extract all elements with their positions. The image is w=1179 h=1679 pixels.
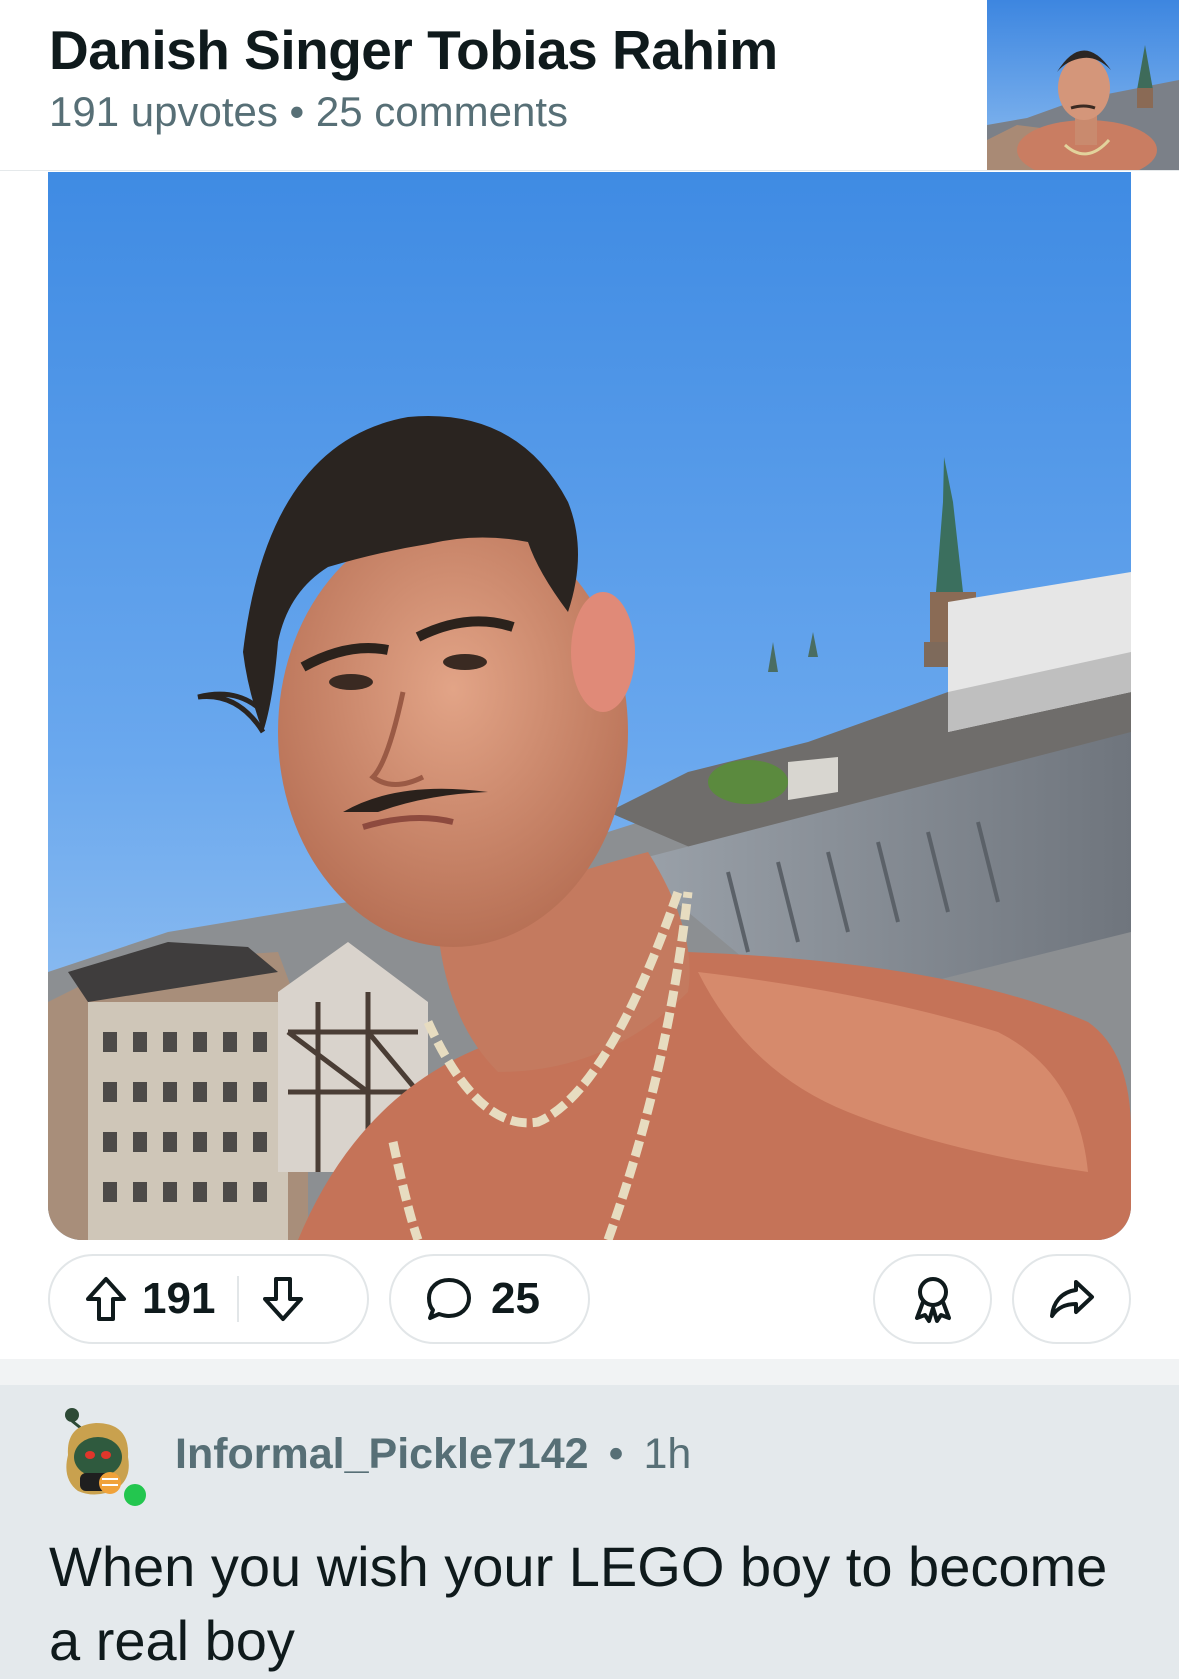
meta-separator: • (289, 88, 305, 135)
comment-bubble-icon (425, 1275, 473, 1323)
comment-username[interactable]: Informal_Pickle7142 (175, 1430, 589, 1478)
vote-divider (237, 1276, 240, 1322)
comment-time: 1h (643, 1430, 692, 1478)
upvote-arrow-icon[interactable] (84, 1275, 128, 1323)
upvote-count-text: 191 upvotes (49, 88, 278, 135)
vote-control: 191 (48, 1254, 369, 1344)
comment-count-text: 25 comments (315, 88, 569, 135)
post-title[interactable]: Danish Singer Tobias Rahim (49, 18, 778, 82)
share-icon (1048, 1277, 1096, 1321)
comment-meta-separator: • (608, 1430, 624, 1478)
award-button[interactable] (873, 1254, 992, 1344)
section-divider (0, 1359, 1179, 1385)
comments-button[interactable]: 25 (389, 1254, 590, 1344)
vote-count: 191 (142, 1274, 216, 1323)
post-thumbnail[interactable] (987, 0, 1179, 170)
post-header: Danish Singer Tobias Rahim 191 upvotes •… (0, 0, 1179, 171)
post-image[interactable] (48, 172, 1131, 1240)
post-meta: 191 upvotes • 25 comments (49, 88, 568, 136)
comment-body: When you wish your LEGO boy to become a … (49, 1535, 1108, 1672)
share-button[interactable] (1012, 1254, 1131, 1344)
award-icon (910, 1274, 956, 1324)
comment-meta: Informal_Pickle7142 • 1h (175, 1430, 691, 1479)
online-status-dot (120, 1480, 150, 1510)
downvote-arrow-icon[interactable] (261, 1275, 305, 1323)
comment-count: 25 (491, 1274, 540, 1323)
